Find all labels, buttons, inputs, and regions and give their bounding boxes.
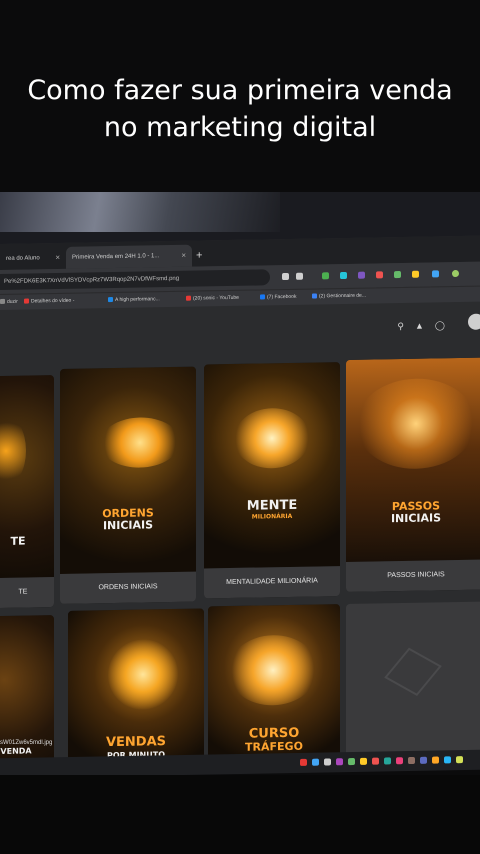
course-cover: ORDENS INICIAIS xyxy=(60,366,196,574)
app-icon[interactable] xyxy=(300,758,307,766)
file-name-label: sW01Zw6v5mdl.jpg xyxy=(0,740,53,746)
header-icons: ⚲▲◯ xyxy=(397,320,456,332)
extension-icon[interactable] xyxy=(376,271,383,279)
course-cover: MENTE MILIONÁRIA xyxy=(204,362,340,569)
app-icon[interactable] xyxy=(444,756,451,764)
course-cover: VENDA xyxy=(0,615,54,777)
app-icon[interactable] xyxy=(312,758,319,766)
monitor-screen: rea do Aluno × Primeira Venda em 24H 1.0… xyxy=(0,235,480,777)
extension-icon[interactable] xyxy=(322,272,329,280)
search-icon[interactable]: ⚲ xyxy=(397,321,415,331)
course-cover: CURSO TRÁFEGO xyxy=(208,604,340,767)
extension-icon[interactable] xyxy=(358,271,365,279)
tab-primeira-venda[interactable]: Primeira Venda em 24H 1.0 - 1... × xyxy=(66,244,192,269)
course-cover: TE xyxy=(0,375,54,579)
app-icon[interactable] xyxy=(324,758,331,766)
package-icon xyxy=(384,647,442,696)
app-icon[interactable] xyxy=(336,758,343,766)
caption-line-1: Como fazer sua primeira venda xyxy=(27,75,453,106)
cover-subtitle: INICIAIS xyxy=(390,511,442,526)
app-icon[interactable] xyxy=(360,757,367,765)
cover-title: TE xyxy=(10,534,26,548)
bookmark-item[interactable]: Detalhes do vídeo - xyxy=(24,294,74,310)
course-cover: PASSOS INICIAIS xyxy=(346,357,480,562)
bookmark-item[interactable]: duzir xyxy=(0,295,18,310)
monitor-bezel xyxy=(0,775,480,854)
app-icon[interactable] xyxy=(384,757,391,765)
course-label: TE xyxy=(0,577,54,609)
course-card[interactable]: TE TE xyxy=(0,375,54,609)
bell-icon[interactable]: ▲ xyxy=(415,320,435,330)
close-icon[interactable]: × xyxy=(55,247,60,269)
course-card[interactable]: PASSOS INICIAIS PASSOS INICIAIS xyxy=(346,357,480,592)
bookmark-item[interactable]: (2) Gestionnaire de... xyxy=(312,289,366,305)
app-icon[interactable] xyxy=(408,756,415,765)
tab-area-do-aluno[interactable]: rea do Aluno × xyxy=(0,247,66,270)
bookmark-item[interactable]: A high performanc... xyxy=(108,292,160,308)
course-label: MENTALIDADE MILIONÁRIA xyxy=(204,566,340,599)
course-card[interactable]: CURSO TRÁFEGO xyxy=(208,604,340,767)
extension-icon[interactable] xyxy=(394,271,401,279)
url-field[interactable]: Pe%2FDK6E3K7XnVdVlSYDVcpRz7W3Rqop2N7vDfW… xyxy=(0,269,270,290)
cover-subtitle: INICIAIS xyxy=(102,518,154,533)
tab-label: Primeira Venda em 24H 1.0 - 1... xyxy=(72,253,160,261)
bookmark-item[interactable]: (7) Facebook xyxy=(260,290,296,306)
extension-icon[interactable] xyxy=(412,270,419,278)
course-card[interactable]: VENDAS POR MINUTO xyxy=(68,608,204,771)
course-label: ORDENS INICIAIS xyxy=(60,571,196,604)
course-card[interactable]: MENTE MILIONÁRIA MENTALIDADE MILIONÁRIA xyxy=(204,362,340,599)
course-card-placeholder[interactable] xyxy=(346,601,480,764)
course-card[interactable]: ORDENS INICIAIS ORDENS INICIAIS xyxy=(60,366,196,604)
app-icon[interactable] xyxy=(432,756,439,764)
app-icon[interactable] xyxy=(420,756,427,764)
course-label: PASSOS INICIAIS xyxy=(346,559,480,592)
course-cover: VENDAS POR MINUTO xyxy=(68,608,204,771)
caption-line-2: no marketing digital xyxy=(103,112,377,143)
extension-icon[interactable] xyxy=(432,270,439,278)
profile-icon[interactable] xyxy=(452,269,459,278)
video-caption: Como fazer sua primeira venda no marketi… xyxy=(0,72,480,146)
bookmark-item[interactable]: (20) sonic - YouTube xyxy=(186,291,239,307)
extension-icon[interactable] xyxy=(340,271,347,280)
course-card[interactable]: VENDA xyxy=(0,615,54,777)
close-icon[interactable]: × xyxy=(181,245,186,267)
app-icon[interactable] xyxy=(456,756,463,764)
app-icon[interactable] xyxy=(372,757,379,765)
new-tab-button[interactable]: + xyxy=(196,244,202,266)
app-icon[interactable] xyxy=(396,757,403,765)
course-page: ⚲▲◯ TE TE ORDENS INICIAIS ORDENS INICIAI… xyxy=(0,301,480,777)
avatar[interactable] xyxy=(468,313,480,330)
app-icon[interactable] xyxy=(348,757,355,766)
tab-label: rea do Aluno xyxy=(6,255,40,262)
star-icon[interactable] xyxy=(296,272,303,280)
share-icon[interactable] xyxy=(282,272,289,281)
cover-subtitle: MILIONÁRIA xyxy=(251,512,293,521)
user-icon[interactable]: ◯ xyxy=(435,320,456,330)
